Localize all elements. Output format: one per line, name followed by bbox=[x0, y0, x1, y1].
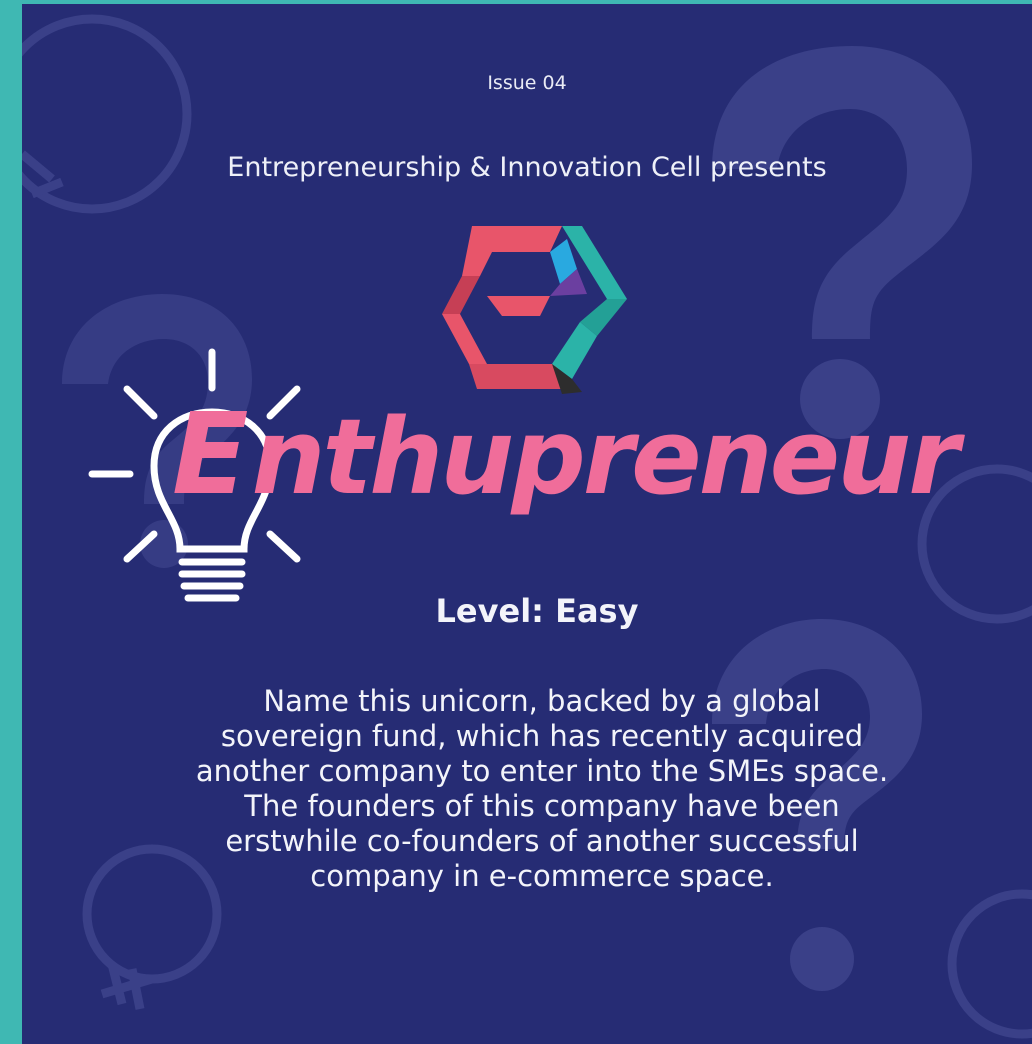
wordmark-initial: E bbox=[172, 390, 248, 520]
difficulty-level: Level: Easy bbox=[435, 592, 639, 630]
presenter-line: Entrepreneurship & Innovation Cell prese… bbox=[227, 152, 827, 183]
ecell-logo-icon bbox=[442, 226, 627, 394]
wordmark-rest: nthupreneur bbox=[251, 396, 960, 518]
enthupreneur-wordmark: Enthupreneur bbox=[172, 390, 960, 520]
quiz-question: Name this unicorn, backed by a global so… bbox=[195, 684, 889, 893]
lightbulb-icon bbox=[947, 889, 1032, 1039]
issue-number: Issue 04 bbox=[487, 72, 567, 94]
question-mark-icon bbox=[712, 46, 972, 439]
poster: Issue 04 Entrepreneurship & Innovation C… bbox=[22, 4, 1032, 1044]
